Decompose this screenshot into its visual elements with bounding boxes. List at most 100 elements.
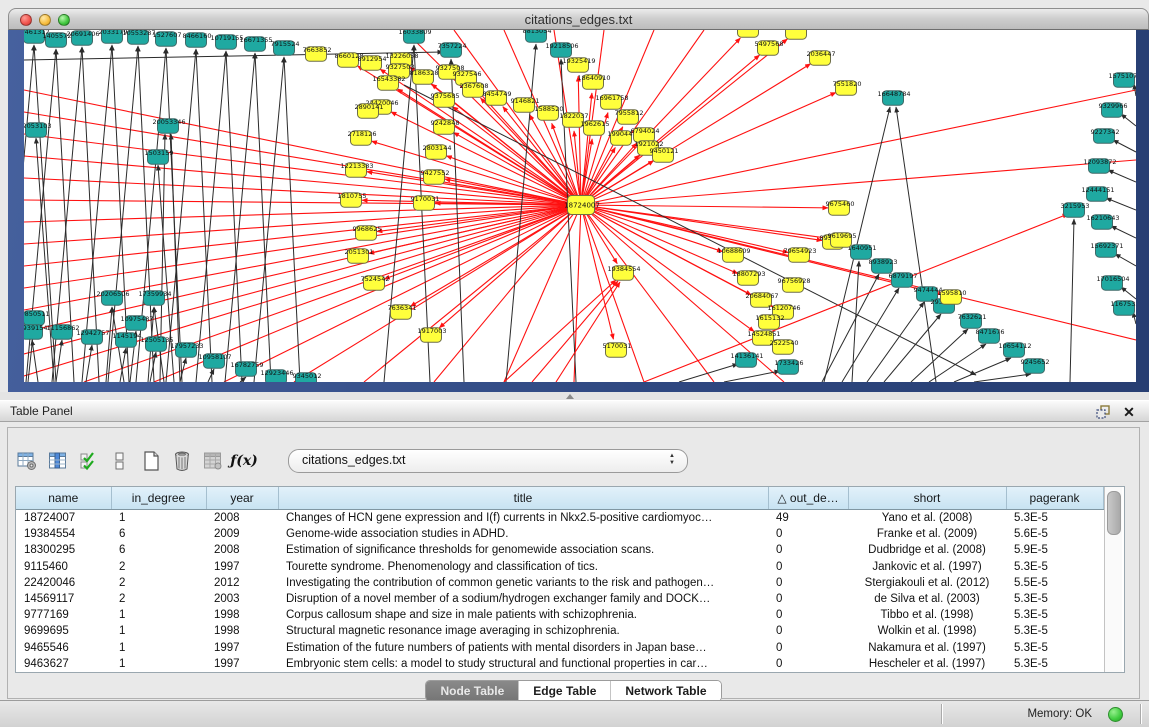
graph-node[interactable]: 18724007 — [564, 196, 600, 215]
graph-node[interactable]: 17359934 — [138, 290, 171, 305]
graph-node[interactable]: 8471676 — [976, 328, 1005, 343]
graph-node[interactable]: 12923446 — [260, 369, 293, 382]
graph-node[interactable]: 8938923 — [869, 258, 898, 273]
cell-name[interactable]: 22420046 — [16, 575, 111, 591]
graph-node[interactable]: 7915524 — [271, 40, 300, 55]
cell-title[interactable]: Changes of HCN gene expression and I(f) … — [278, 510, 768, 527]
cell-title[interactable]: Estimation of significance thresholds fo… — [278, 542, 768, 558]
cell-out_degree[interactable]: 0 — [768, 591, 848, 607]
cell-pagerank[interactable]: 5.3E-5 — [1006, 607, 1103, 623]
window-titlebar[interactable]: citations_edges.txt — [8, 8, 1149, 30]
cell-name[interactable]: 14569117 — [16, 591, 111, 607]
cell-year[interactable]: 2008 — [206, 542, 278, 558]
graph-node[interactable]: 9375685 — [431, 92, 460, 107]
table-row[interactable]: 1872400712008Changes of HCN gene express… — [16, 510, 1103, 527]
table-row[interactable]: 2242004622012Investigating the contribut… — [16, 575, 1103, 591]
graph-node[interactable]: 17016504 — [1096, 275, 1129, 290]
cell-name[interactable]: 9699695 — [16, 623, 111, 639]
graph-node[interactable]: 20691406 — [66, 30, 99, 45]
cell-short[interactable]: de Silva et al. (2003) — [848, 591, 1006, 607]
graph-node[interactable]: 1595810 — [938, 289, 967, 304]
cell-title[interactable]: Tourette syndrome. Phenomenology and cla… — [278, 559, 768, 575]
vertical-scrollbar[interactable] — [1104, 487, 1122, 672]
cell-year[interactable]: 2012 — [206, 575, 278, 591]
graph-node[interactable]: 18640910 — [577, 74, 610, 89]
float-panel-icon[interactable] — [1095, 404, 1111, 420]
cell-title[interactable]: Genome-wide association studies in ADHD. — [278, 526, 768, 542]
cell-short[interactable]: Nakamura et al. (1997) — [848, 640, 1006, 656]
table-row[interactable]: 1938455462009Genome-wide association stu… — [16, 526, 1103, 542]
cell-name[interactable]: 9115460 — [16, 559, 111, 575]
cell-title[interactable]: Embryonic stem cells: a model to study s… — [278, 656, 768, 672]
graph-node[interactable]: 1917003 — [418, 327, 447, 342]
graph-node[interactable]: 9345012 — [293, 372, 322, 382]
cell-short[interactable]: Tibbo et al. (1998) — [848, 607, 1006, 623]
graph-node[interactable]: 19218506 — [545, 42, 578, 57]
graph-node[interactable]: 7551820 — [833, 80, 862, 95]
graph-node[interactable]: 1962615 — [581, 120, 610, 135]
graph-node[interactable]: 1197564 — [735, 30, 764, 37]
graph-node[interactable]: 8466160 — [183, 32, 212, 47]
cell-pagerank[interactable]: 5.3E-5 — [1006, 510, 1103, 527]
cell-year[interactable]: 2003 — [206, 591, 278, 607]
show-column-icon[interactable] — [47, 450, 69, 472]
column-select-icon[interactable] — [78, 450, 100, 472]
cell-short[interactable]: Wolkin et al. (1998) — [848, 623, 1006, 639]
cell-year[interactable]: 1998 — [206, 623, 278, 639]
cell-pagerank[interactable]: 5.6E-5 — [1006, 526, 1103, 542]
graph-node[interactable]: 8912954 — [358, 55, 387, 70]
graph-node[interactable]: 15751074 — [1108, 72, 1136, 87]
cell-in_degree[interactable]: 1 — [111, 510, 206, 527]
function-builder-icon[interactable]: ƒ(x) — [233, 450, 255, 472]
cell-out_degree[interactable]: 0 — [768, 640, 848, 656]
cell-year[interactable]: 1997 — [206, 559, 278, 575]
graph-node[interactable]: 8186328 — [410, 69, 439, 84]
row-height-icon[interactable] — [109, 450, 131, 472]
cell-out_degree[interactable]: 0 — [768, 542, 848, 558]
cell-in_degree[interactable]: 1 — [111, 640, 206, 656]
cell-in_degree[interactable]: 1 — [111, 607, 206, 623]
cell-out_degree[interactable]: 0 — [768, 656, 848, 672]
graph-node[interactable]: 7632621 — [958, 313, 987, 328]
cell-in_degree[interactable]: 6 — [111, 526, 206, 542]
column-header-in_degree[interactable]: in_degree — [111, 487, 206, 510]
graph-node[interactable]: 19325419 — [562, 57, 595, 72]
graph-node[interactable]: 2036447 — [807, 50, 836, 65]
graph-node[interactable]: 16671355 — [239, 36, 272, 51]
cell-pagerank[interactable]: 5.3E-5 — [1006, 623, 1103, 639]
tab-network-table[interactable]: Network Table — [611, 681, 720, 701]
table-row[interactable]: 946554611997Estimation of the future num… — [16, 640, 1103, 656]
cell-pagerank[interactable]: 5.9E-5 — [1006, 542, 1103, 558]
graph-node[interactable]: 9170031 — [411, 195, 440, 210]
column-header-short[interactable]: short — [848, 487, 1006, 510]
cell-out_degree[interactable]: 0 — [768, 559, 848, 575]
graph-node[interactable]: 1167533 — [1111, 300, 1136, 315]
tab-node-table[interactable]: Node Table — [426, 681, 519, 701]
graph-node[interactable]: 12213383 — [340, 162, 373, 177]
cell-name[interactable]: 9777169 — [16, 607, 111, 623]
graph-node[interactable]: 14136141 — [730, 352, 763, 367]
graph-node[interactable]: 2890141 — [355, 103, 384, 118]
table-row[interactable]: 911546021997Tourette syndrome. Phenomeno… — [16, 559, 1103, 575]
graph-node[interactable]: 9450121 — [650, 147, 679, 162]
cell-out_degree[interactable]: 49 — [768, 510, 848, 527]
table-mode-icon[interactable] — [16, 450, 38, 472]
memory-ok-indicator[interactable] — [1108, 707, 1123, 722]
cell-in_degree[interactable]: 2 — [111, 575, 206, 591]
graph-node[interactable]: 2522540 — [770, 339, 799, 354]
table-selector-dropdown[interactable]: citations_edges.txt ▲▼ — [288, 449, 688, 473]
cell-title[interactable]: Estimation of the future numbers of pati… — [278, 640, 768, 656]
graph-node[interactable]: 15692371 — [1090, 242, 1123, 257]
cell-in_degree[interactable]: 2 — [111, 559, 206, 575]
graph-node[interactable]: 7663852 — [303, 46, 332, 61]
graph-node[interactable]: 16543382 — [372, 75, 405, 90]
graph-node[interactable]: 1733426 — [775, 359, 804, 374]
cell-in_degree[interactable]: 2 — [111, 591, 206, 607]
cell-year[interactable]: 1997 — [206, 656, 278, 672]
cell-in_degree[interactable]: 1 — [111, 623, 206, 639]
cell-name[interactable]: 9465546 — [16, 640, 111, 656]
table-row[interactable]: 977716911998Corpus callosum shape and si… — [16, 607, 1103, 623]
graph-node[interactable]: 96756928 — [777, 277, 810, 292]
graph-node[interactable]: 9329966 — [1099, 102, 1128, 117]
graph-node[interactable]: 7524542 — [361, 275, 390, 290]
